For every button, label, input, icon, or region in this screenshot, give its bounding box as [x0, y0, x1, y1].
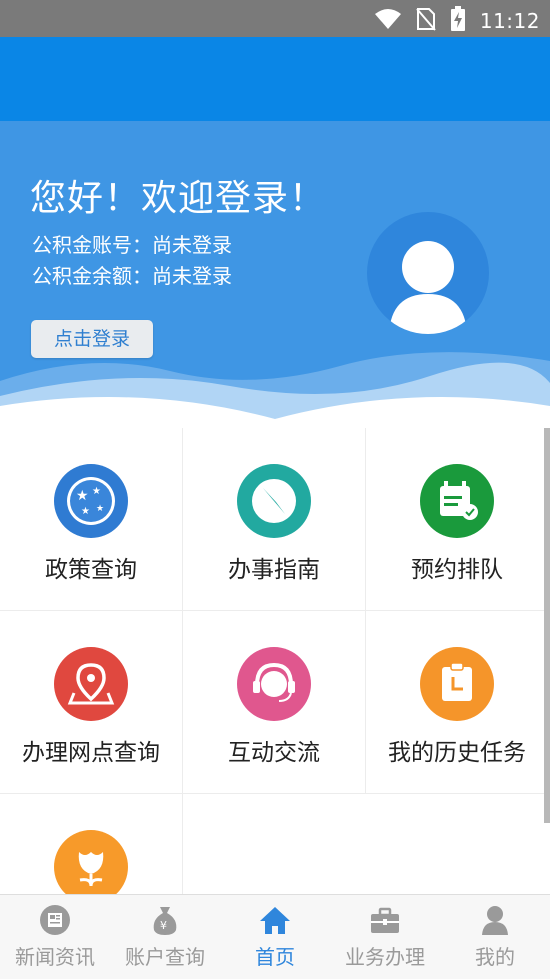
no-sim-icon: [416, 7, 436, 35]
nav-label: 首页: [255, 945, 295, 969]
status-icons: 11:12: [374, 6, 540, 36]
grid-item-service-guide[interactable]: 办事指南: [183, 428, 366, 611]
nav-label: 我的: [475, 945, 515, 969]
grid-item-policy-query[interactable]: ★ ★ ★ ★ 政策查询: [0, 428, 183, 611]
nav-item-news[interactable]: 新闻资讯: [0, 895, 110, 979]
grid-item-appointment-queue[interactable]: 预约排队: [366, 428, 549, 611]
svg-text:★: ★: [96, 504, 104, 514]
clipboard-clock-icon: [420, 647, 494, 721]
app-bar: [0, 37, 550, 121]
nav-item-business[interactable]: 业务办理: [330, 895, 440, 979]
nav-item-home[interactable]: 首页: [220, 895, 330, 979]
grid-item-label: 政策查询: [45, 557, 137, 583]
stars-globe-icon: ★ ★ ★ ★: [54, 464, 128, 538]
grid-item-interaction[interactable]: 互动交流: [183, 611, 366, 794]
user-avatar-icon[interactable]: [367, 212, 489, 334]
news-icon: [38, 903, 72, 937]
calendar-check-icon: [420, 464, 494, 538]
nav-label: 账户查询: [125, 945, 205, 969]
svg-text:¥: ¥: [160, 919, 167, 932]
tulip-icon: [54, 830, 128, 904]
svg-text:★: ★: [76, 488, 89, 504]
battery-charging-icon: [450, 6, 466, 36]
home-icon: [258, 903, 292, 937]
clock-time: 11:12: [479, 9, 540, 33]
grid-item-label: 办理网点查询: [22, 740, 160, 766]
svg-text:★: ★: [81, 506, 90, 517]
nav-item-mine[interactable]: 我的: [440, 895, 550, 979]
feature-grid: ★ ★ ★ ★ 政策查询 办事指南 预约排队 办理网点查询 互动交流 我的历史任…: [0, 428, 549, 977]
nav-item-account-query[interactable]: ¥ 账户查询: [110, 895, 220, 979]
account-number-line: 公积金账号：尚未登录: [32, 233, 232, 257]
welcome-banner: 您好！欢迎登录！ 公积金账号：尚未登录 公积金余额：尚未登录 点击登录: [0, 121, 550, 431]
login-button[interactable]: 点击登录: [31, 320, 153, 358]
grid-item-label: 预约排队: [411, 557, 503, 583]
nav-label: 业务办理: [345, 945, 425, 969]
grid-item-label: 我的历史任务: [388, 740, 526, 766]
scrollbar[interactable]: [544, 428, 550, 823]
person-icon: [478, 903, 512, 937]
headset-service-icon: [237, 647, 311, 721]
compass-icon: [237, 464, 311, 538]
nav-label: 新闻资讯: [15, 945, 95, 969]
status-bar: 11:12: [0, 0, 550, 37]
map-pin-icon: [54, 647, 128, 721]
grid-item-label: 互动交流: [228, 740, 320, 766]
briefcase-icon: [368, 903, 402, 937]
welcome-greeting: 您好！欢迎登录！: [30, 178, 327, 219]
bottom-navigation: 新闻资讯 ¥ 账户查询 首页 业务办理 我的: [0, 894, 550, 979]
grid-item-label: 办事指南: [228, 557, 320, 583]
money-bag-icon: ¥: [148, 903, 182, 937]
svg-text:★: ★: [92, 486, 101, 497]
grid-item-branch-query[interactable]: 办理网点查询: [0, 611, 183, 794]
wifi-icon: [374, 8, 402, 34]
grid-item-history-tasks[interactable]: 我的历史任务: [366, 611, 549, 794]
account-balance-line: 公积金余额：尚未登录: [32, 264, 232, 288]
